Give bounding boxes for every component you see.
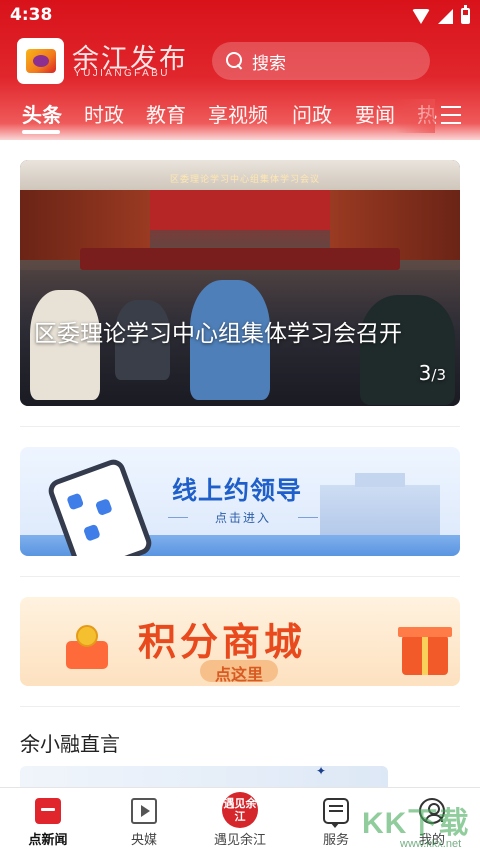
status-bar: 4:38 [0,0,480,32]
tab-video[interactable]: 享视频 [208,99,268,128]
divider [20,576,460,577]
logo-icon [25,49,56,73]
hero-photo-table [80,248,400,270]
hero-carousel[interactable]: 区委理论学习中心组集体学习会议 区委理论学习中心组集体学习会召开 3/3 [20,160,460,406]
brand-subtitle: YUJIANGFABU [74,68,170,79]
nav-label: 遇见余江 [213,833,266,848]
gift-box-illustration [398,627,452,675]
search-placeholder: 搜索 [252,53,286,74]
battery-charging-icon [461,5,470,24]
video-icon [131,798,157,824]
nav-central-media[interactable]: 央媒 [104,788,184,853]
tabs-fade [395,99,435,133]
divider [20,706,460,707]
status-icons [412,5,470,25]
online-appointment-banner[interactable]: 线上约领导 点击进入 [20,447,460,556]
carousel-counter: 3/3 [419,361,446,385]
nav-news[interactable]: 点新闻 [8,788,88,853]
app-dot [94,498,113,517]
channel-menu-icon[interactable] [441,106,461,124]
hero-photo-person [360,295,455,405]
nav-meet-yujiang[interactable]: 遇见余江 遇见余江 [200,788,280,853]
section-card-preview[interactable] [20,766,388,788]
carousel-current-index: 3 [418,361,432,385]
points-mall-banner[interactable]: 积分商城 点这里 [20,597,460,686]
app-dot [66,492,85,511]
tab-politics[interactable]: 时政 [84,99,124,128]
channel-tabs: 头条 时政 教育 享视频 问政 要闻 热 [0,99,480,137]
nav-label: 点新闻 [28,833,68,848]
watermark-url: www.kkx.net [400,838,462,850]
status-time: 4:38 [10,5,53,25]
subtitle-line [168,517,188,518]
search-input[interactable]: 搜索 [212,42,430,80]
carousel-total: /3 [431,366,446,384]
hero-photo-banner-text: 区委理论学习中心组集体学习会议 [170,175,321,185]
wifi-icon [412,8,430,24]
service-chat-icon [323,798,349,828]
online-banner-subtitle: 点击进入 [214,511,271,525]
tab-education[interactable]: 教育 [146,99,186,128]
mall-banner-title: 积分商城 [138,620,307,664]
signal-icon [438,8,453,24]
mall-banner-subtitle: 点这里 [214,665,263,684]
meet-yujiang-icon: 遇见余江 [222,792,258,828]
news-icon [35,798,61,824]
hero-photo-stage [150,190,330,230]
search-icon [226,52,244,70]
app-logo [17,38,64,84]
tab-headlines[interactable]: 头条 [22,99,62,128]
government-building-illustration [320,473,440,535]
active-tab-indicator [22,130,60,134]
tab-important-news[interactable]: 要闻 [355,99,395,128]
app-header: 4:38 余江发布 YUJIANGFABU 搜索 头条 时政 教育 享视频 问政… [0,0,480,140]
app-dot [82,523,101,542]
nav-label: 央媒 [130,833,157,848]
tab-inquiry[interactable]: 问政 [292,99,332,128]
section-title: 余小融直言 [20,732,120,756]
hero-title[interactable]: 区委理论学习中心组集体学习会召开 [34,318,414,350]
watermark-logo: KK下载 [362,807,470,840]
divider [20,426,460,427]
star-icon: ✦ [316,764,327,778]
online-banner-title: 线上约领导 [172,476,303,505]
coin-icon [76,625,98,647]
subtitle-line [298,517,318,518]
